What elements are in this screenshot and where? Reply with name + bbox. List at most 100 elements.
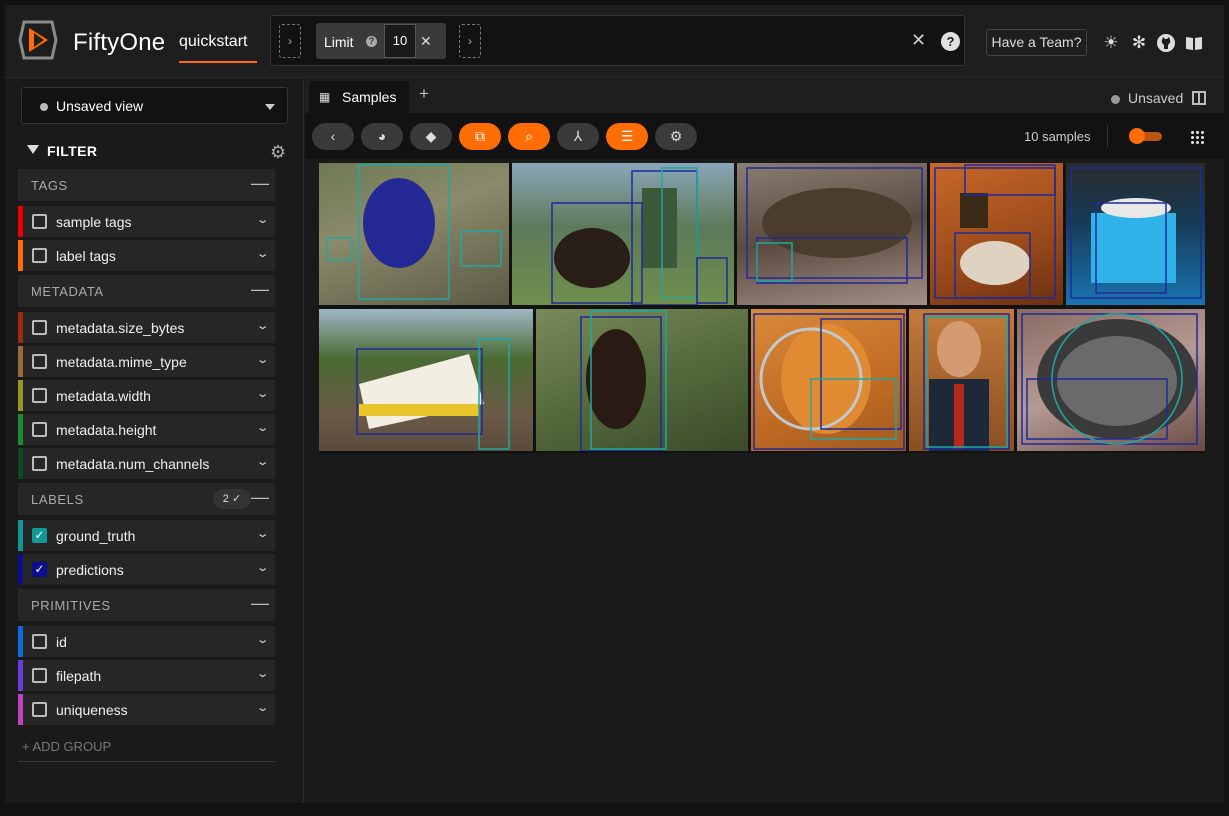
sidebar: Unsaved view FILTER ⚙ TAGS — sample tags… — [5, 79, 304, 803]
field-color-bar — [18, 346, 23, 377]
help-icon[interactable]: ? — [941, 32, 960, 51]
collapse-icon[interactable]: — — [251, 593, 269, 614]
field-num-channels[interactable]: metadata.num_channels ⌄ — [18, 448, 275, 479]
field-width[interactable]: metadata.width ⌄ — [18, 380, 275, 411]
chevron-down-icon[interactable]: ⌄ — [255, 421, 269, 434]
field-label: label tags — [56, 248, 116, 264]
field-checkbox[interactable] — [32, 668, 47, 683]
field-label: predictions — [56, 562, 124, 578]
sidebar-settings-gear-icon[interactable]: ⚙ — [270, 142, 286, 163]
field-ground-truth[interactable]: ✓ ground_truth ⌄ — [18, 520, 275, 551]
add-group-button[interactable]: + ADD GROUP — [22, 739, 111, 754]
add-panel-icon[interactable]: + — [419, 84, 429, 104]
field-sample-tags[interactable]: sample tags ⌄ — [18, 206, 275, 237]
stage-name: Limit — [324, 34, 354, 50]
sample-tile[interactable] — [930, 163, 1063, 305]
collapse-icon[interactable]: — — [251, 487, 269, 508]
tab-samples[interactable]: ▦ Samples — [309, 81, 409, 113]
workspace-status[interactable]: Unsaved — [1128, 90, 1183, 106]
group-metadata[interactable]: METADATA — — [18, 275, 275, 307]
sample-tile[interactable] — [1066, 163, 1205, 305]
group-tags[interactable]: TAGS — — [18, 169, 275, 201]
chevron-down-icon[interactable]: ⌄ — [255, 633, 269, 646]
field-uniqueness[interactable]: uniqueness ⌄ — [18, 694, 275, 725]
sample-tile[interactable] — [1017, 309, 1205, 451]
chevron-down-icon[interactable]: ⌄ — [255, 455, 269, 468]
group-primitives[interactable]: PRIMITIVES — — [18, 589, 275, 621]
unsaved-dot — [1111, 95, 1120, 104]
slack-icon[interactable]: ✻ — [1129, 33, 1149, 53]
dataset-name[interactable]: quickstart — [179, 33, 247, 51]
sample-tile[interactable] — [319, 163, 509, 305]
chevron-down-icon[interactable]: ⌄ — [255, 667, 269, 680]
field-checkbox[interactable] — [32, 354, 47, 369]
chevron-down-icon[interactable]: ⌄ — [255, 247, 269, 260]
chevron-down-icon[interactable]: ⌄ — [255, 387, 269, 400]
sample-tile[interactable] — [536, 309, 748, 451]
field-checkbox[interactable] — [32, 388, 47, 403]
field-checkbox[interactable] — [32, 320, 47, 335]
field-checkbox[interactable] — [32, 634, 47, 649]
field-checkbox[interactable] — [32, 456, 47, 471]
chevron-down-icon[interactable]: ⌄ — [255, 561, 269, 574]
add-stage-before-icon[interactable]: › — [279, 24, 301, 58]
field-id[interactable]: id ⌄ — [18, 626, 275, 657]
chevron-down-icon[interactable]: ⌄ — [255, 319, 269, 332]
saved-view-select[interactable]: Unsaved view — [21, 87, 288, 124]
sample-tile[interactable] — [512, 163, 734, 305]
collapse-icon[interactable]: — — [251, 173, 269, 194]
field-checkbox[interactable] — [32, 248, 47, 263]
chevron-down-icon[interactable]: ⌄ — [255, 353, 269, 366]
field-label: metadata.num_channels — [56, 456, 210, 472]
docs-book-icon[interactable] — [1184, 33, 1204, 53]
sample-tile[interactable] — [737, 163, 927, 305]
remove-stage-icon[interactable]: ✕ — [420, 33, 432, 50]
selected-count-badge[interactable]: 2 ✓ — [213, 489, 251, 509]
view-bar[interactable]: › Limit ? 10 ✕ › ✕ ? — [270, 15, 965, 66]
field-checkbox[interactable] — [32, 422, 47, 437]
field-checkbox-checked[interactable]: ✓ — [32, 528, 47, 543]
stage-value-input[interactable]: 10 — [384, 24, 416, 58]
limit-stage[interactable]: Limit ? 10 ✕ — [316, 23, 446, 59]
chevron-down-icon[interactable]: ⌄ — [255, 213, 269, 226]
field-mime-type[interactable]: metadata.mime_type ⌄ — [18, 346, 275, 377]
group-label: PRIMITIVES — [31, 598, 111, 613]
field-size-bytes[interactable]: metadata.size_bytes ⌄ — [18, 312, 275, 343]
chevron-down-icon[interactable]: ⌄ — [255, 527, 269, 540]
sample-tile[interactable] — [909, 309, 1014, 451]
group-label: METADATA — [31, 284, 104, 299]
add-stage-after-icon[interactable]: › — [459, 24, 481, 58]
theme-sun-icon[interactable]: ☀ — [1101, 33, 1121, 53]
color-palette-icon[interactable]: ◕ — [361, 123, 403, 150]
field-checkbox[interactable] — [32, 214, 47, 229]
field-predictions[interactable]: ✓ predictions ⌄ — [18, 554, 275, 585]
collapse-icon[interactable]: — — [251, 279, 269, 300]
field-height[interactable]: metadata.height ⌄ — [18, 414, 275, 445]
field-label: metadata.width — [56, 388, 151, 404]
tag-icon[interactable]: ◆ — [410, 123, 452, 150]
field-filepath[interactable]: filepath ⌄ — [18, 660, 275, 691]
github-icon[interactable] — [1156, 33, 1176, 53]
fiftyone-logo-icon[interactable] — [18, 19, 58, 61]
grid-view-icon[interactable] — [1190, 130, 1204, 144]
sample-tile[interactable] — [319, 309, 533, 451]
sort-list-icon[interactable]: ☰ — [606, 123, 648, 150]
clear-view-icon[interactable]: ✕ — [911, 30, 926, 51]
have-a-team-button[interactable]: Have a Team? — [986, 29, 1087, 56]
field-label-tags[interactable]: label tags ⌄ — [18, 240, 275, 271]
stage-help-icon[interactable]: ? — [366, 36, 377, 47]
field-checkbox-checked[interactable]: ✓ — [32, 562, 47, 577]
layout-icon[interactable] — [1192, 91, 1206, 105]
similarity-search-icon[interactable]: ⌕ — [508, 123, 550, 150]
group-labels[interactable]: LABELS 2 ✓ — — [18, 483, 275, 515]
merge-split-icon[interactable]: ⅄ — [557, 123, 599, 150]
field-checkbox[interactable] — [32, 702, 47, 717]
patches-icon[interactable]: ⧉ — [459, 123, 501, 150]
tab-bar: ▦ Samples + Unsaved — [305, 79, 1224, 113]
collapse-back-icon[interactable]: ‹ — [312, 123, 354, 150]
display-settings-gear-icon[interactable]: ⚙ — [655, 123, 697, 150]
main-panel: ▦ Samples + Unsaved ‹ ◕ ◆ ⧉ ⌕ ⅄ ☰ ⚙ 10 s… — [305, 79, 1224, 803]
chevron-down-icon[interactable]: ⌄ — [255, 701, 269, 714]
sample-tile[interactable] — [751, 309, 906, 451]
zoom-slider-knob[interactable] — [1129, 128, 1145, 144]
